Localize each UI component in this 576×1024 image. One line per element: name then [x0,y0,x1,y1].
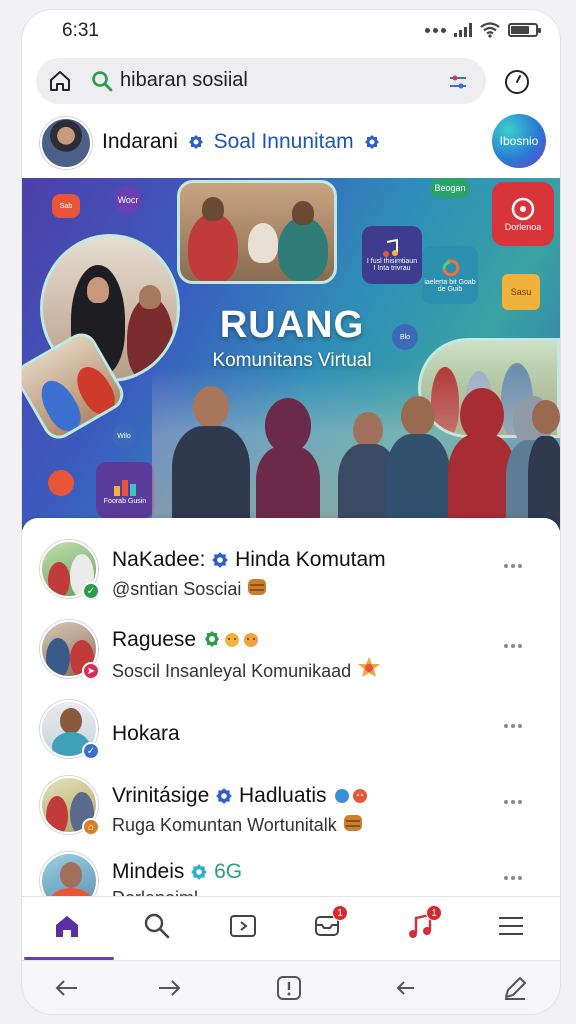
person-1 [172,380,250,530]
hero-chip-wocr[interactable]: Wocr [114,186,142,214]
hero-chip-3[interactable]: I fusl thisimtiaun I Inta trivrau [362,226,422,284]
back-small-icon[interactable] [390,973,420,1003]
phone-screen: 6:31 hibaran sosiial Indarani Soal Innun… [22,10,560,1014]
brand-logo[interactable]: Ibosnio [492,114,546,168]
profile-header[interactable]: Indarani Soal Innunitam [102,130,384,154]
list-item[interactable]: ✓ NaKadee: Hinda Komutam @sntian Sosciai [22,518,560,600]
list-item[interactable]: ⌂ Vrinitásige Hadluatis Ruga Komuntan Wo… [22,754,560,836]
more-options-icon[interactable] [504,876,524,882]
profile-name: Indarani [102,130,178,153]
refresh-icon [442,259,460,277]
tab-video-icon[interactable] [228,911,258,941]
hero-chip-1[interactable]: Sab [52,194,80,218]
more-options-icon[interactable] [504,564,524,570]
person-7 [528,400,560,530]
list-item-title: NaKadee: Hinda Komutam [112,548,386,571]
search-input[interactable]: hibaran sosiial [120,69,248,92]
verified-badge-icon [188,135,203,149]
hero-subtitle: Komunitans Virtual [212,350,372,371]
tab-menu-icon[interactable] [496,911,526,941]
verified-badge-icon [364,135,379,149]
tab-home-icon[interactable] [52,911,82,941]
search-bar[interactable]: hibaran sosiial [36,58,486,104]
verified-badge-icon [216,788,232,804]
hero-chip-foorab-label: Foorab Gusin [103,497,147,505]
hero-chip-small-2[interactable] [48,470,74,496]
notification-badge: 1 [332,905,348,921]
list-item-title: Raguese [112,628,262,652]
status-icons [425,22,541,38]
hero-chip-beogan[interactable]: Beogan [430,178,470,198]
hero-chip-dorlenoa[interactable]: Dorlenoa [492,182,554,246]
more-options-icon[interactable] [504,724,524,730]
battery-icon [508,23,541,37]
more-options-icon[interactable] [504,800,524,806]
hero-photo-study [177,180,337,284]
verified-badge-icon [191,864,208,880]
hero-chip-wilo[interactable]: Wilo [112,424,136,448]
hero-title: RUANG [219,304,365,346]
alert-icon[interactable] [274,973,304,1003]
more-options-icon[interactable] [504,644,524,650]
hero-chip-4[interactable]: iaelerta bit Goab de Guib [422,246,478,304]
back-arrow-icon[interactable] [52,973,82,1003]
tab-inbox[interactable]: 1 [312,905,348,941]
list-item-title: Vrinitásige Hadluatis [112,784,372,808]
status-bar: 6:31 [22,10,560,54]
edit-pen-icon[interactable] [500,973,530,1003]
timer-icon[interactable] [502,67,532,97]
wifi-icon [480,22,500,38]
list-item[interactable]: ➤ Raguese Soscil Insanleyal Komunikaad [22,598,560,681]
hero-chip-small-1[interactable]: Blo [392,324,418,350]
browser-nav-bar [22,960,560,1014]
hero-chip-foorab[interactable]: Foorab Gusin [96,462,154,518]
hero-chip-4-label: iaelerta bit Goab de Guib [424,279,476,293]
profile-avatar[interactable] [40,117,92,169]
person-4 [386,390,450,530]
status-time: 6:31 [62,20,99,41]
home-icon[interactable] [46,67,74,95]
forward-arrow-icon[interactable] [154,973,184,1003]
hero-chip-dorlenoa-label: Dorlenoa [504,222,542,232]
tab-search-icon[interactable] [142,911,172,941]
profile-subtitle: Soal Innunitam [213,130,354,153]
list-item-title: Hokara [112,722,180,745]
filter-icon[interactable] [446,70,470,94]
hero-crowd-photo [152,368,560,530]
person-2 [256,398,320,530]
emoji-pair-icon [335,789,368,803]
cell-signal-icon [454,23,472,37]
bottom-tab-bar: 1 1 [22,896,560,960]
steering-icon [511,197,535,221]
search-icon [92,71,113,92]
cookie-icon [248,579,267,595]
list-item[interactable]: ✓ Hokara [22,678,560,760]
list-item-title: Mindeis 6G [112,860,243,883]
list-item-subtitle: @sntian Sosciai [112,576,268,600]
chart-bars-icon [114,479,136,496]
feed-list: ✓ NaKadee: Hinda Komutam @sntian Sosciai [22,518,560,908]
music-note-icon [383,238,398,257]
verified-badge-icon [212,552,229,568]
tab-music[interactable]: 1 [406,905,442,941]
search-row: hibaran sosiial [22,58,560,106]
hero-banner[interactable]: Sab Wocr Beogan Dorlenoa I fusl thisimti… [22,178,560,530]
signal-dots-icon [425,27,446,33]
hero-chip-sasu[interactable]: Sasu [502,274,540,310]
emoji-group-icon [204,631,258,647]
hero-chip-3-label: I fusl thisimtiaun I Inta trivrau [366,258,418,272]
notification-badge: 1 [426,905,442,921]
profile-row: Indarani Soal Innunitam Ibosnio [22,114,560,178]
starry-face-icon [358,657,381,677]
